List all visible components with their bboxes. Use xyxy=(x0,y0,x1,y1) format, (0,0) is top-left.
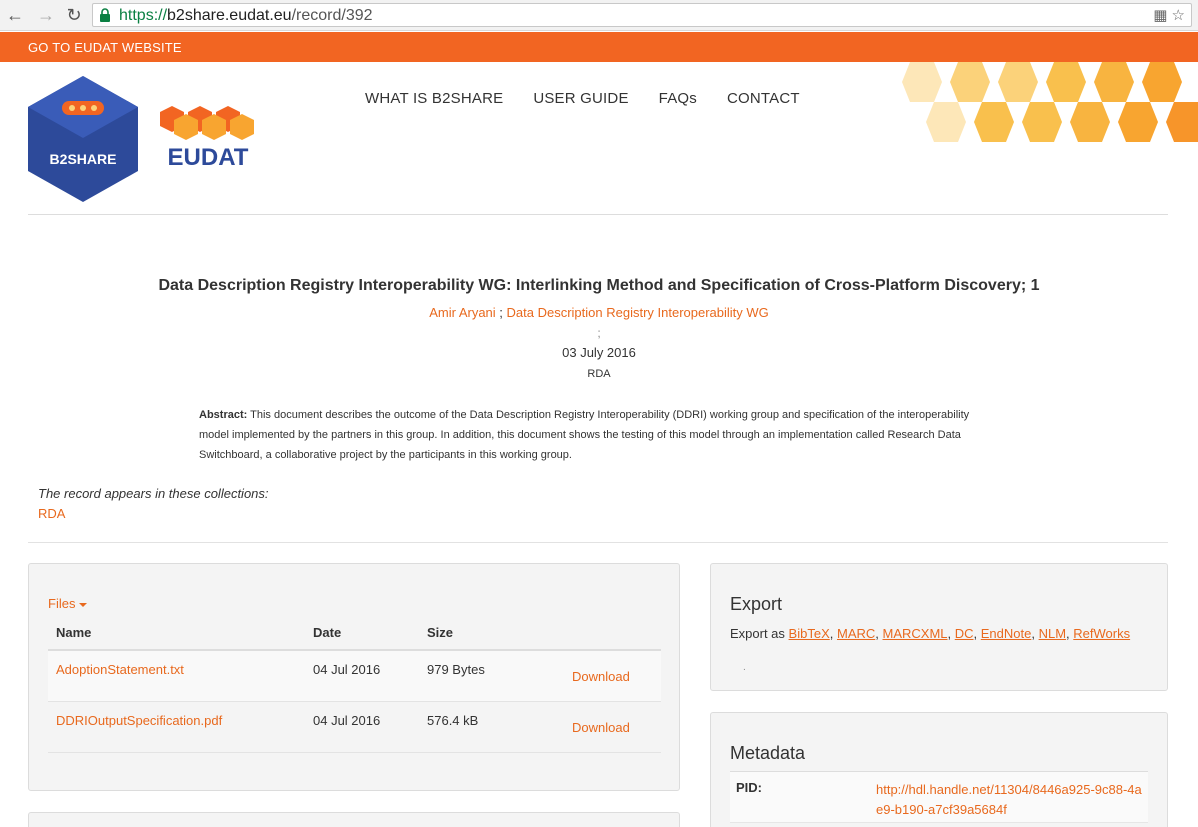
metadata-panel: Metadata PID: http://hdl.handle.net/1130… xyxy=(710,712,1168,827)
export-formats: Export as BibTeX, MARC, MARCXML, DC, End… xyxy=(730,626,1131,641)
nav-contact[interactable]: CONTACT xyxy=(727,90,800,107)
secondary-panel xyxy=(28,812,680,827)
table-row: DDRIOutputSpecification.pdf 04 Jul 2016 … xyxy=(48,702,661,753)
export-marc-link[interactable]: MARC xyxy=(837,626,875,641)
author-link[interactable]: Amir Aryani xyxy=(429,305,495,320)
collections-label: The record appears in these collections: xyxy=(38,486,269,501)
abstract-text: This document describes the outcome of t… xyxy=(199,409,970,461)
export-nlm-link[interactable]: NLM xyxy=(1039,626,1066,641)
bookmark-star-icon[interactable]: ☆ xyxy=(1172,7,1185,24)
file-date: 04 Jul 2016 xyxy=(313,662,381,677)
address-bar[interactable]: https://b2share.eudat.eu/record/392 ▦ ☆ xyxy=(92,3,1192,27)
export-marcxml-link[interactable]: MARCXML xyxy=(883,626,948,641)
files-dropdown-toggle[interactable]: Files xyxy=(48,596,88,611)
export-title: Export xyxy=(730,594,783,614)
translate-icon[interactable]: ▦ xyxy=(1153,7,1167,24)
eudat-topbar: GO TO EUDAT WEBSITE xyxy=(0,32,1198,62)
column-header-name: Name xyxy=(56,625,92,640)
download-link[interactable]: Download xyxy=(572,669,630,684)
main-nav: WHAT IS B2SHARE USER GUIDE FAQs CONTACT xyxy=(365,90,800,107)
forward-arrow-icon[interactable]: → xyxy=(36,5,56,25)
export-refworks-link[interactable]: RefWorks xyxy=(1073,626,1130,641)
content-divider xyxy=(28,542,1168,543)
export-panel: Export Export as BibTeX, MARC, MARCXML, … xyxy=(710,563,1168,691)
collection-link[interactable]: RDA xyxy=(38,506,65,521)
files-panel: Files Name Date Size AdoptionStatement.t… xyxy=(28,563,680,791)
export-bibtex-link[interactable]: BibTeX xyxy=(789,626,830,641)
file-size: 979 Bytes xyxy=(427,662,485,677)
lock-icon xyxy=(100,8,110,22)
nav-faqs[interactable]: FAQs xyxy=(659,90,697,107)
record-title: Data Description Registry Interoperabili… xyxy=(158,277,1040,294)
file-name-link[interactable]: DDRIOutputSpecification.pdf xyxy=(56,713,222,728)
pid-label: PID: xyxy=(736,780,762,795)
b2share-logo-text: B2SHARE xyxy=(50,151,117,167)
url-text: https://b2share.eudat.eu/record/392 xyxy=(119,7,373,24)
metadata-row: PID: http://hdl.handle.net/11304/8446a92… xyxy=(730,771,1148,823)
header-divider xyxy=(28,214,1168,215)
reload-icon[interactable]: ↻ xyxy=(64,5,84,25)
column-header-date: Date xyxy=(313,625,342,640)
metadata-title: Metadata xyxy=(730,743,806,763)
files-table: Name Date Size AdoptionStatement.txt 04 … xyxy=(48,619,661,753)
abstract-label: Abstract: xyxy=(199,409,248,421)
go-to-eudat-link[interactable]: GO TO EUDAT WEBSITE xyxy=(28,40,182,55)
record-abstract: Abstract: This document describes the ou… xyxy=(199,405,999,465)
record-authors: Amir Aryani ; Data Description Registry … xyxy=(429,305,769,320)
hexagon-decoration xyxy=(902,62,1198,142)
column-header-size: Size xyxy=(427,625,454,640)
export-endnote-link[interactable]: EndNote xyxy=(981,626,1032,641)
file-name-link[interactable]: AdoptionStatement.txt xyxy=(56,662,184,677)
file-date: 04 Jul 2016 xyxy=(313,713,381,728)
browser-toolbar: ← → ↻ https://b2share.eudat.eu/record/39… xyxy=(0,0,1198,31)
author-link[interactable]: Data Description Registry Interoperabili… xyxy=(507,305,769,320)
pid-link[interactable]: http://hdl.handle.net/11304/8446a925-9c8… xyxy=(876,780,1146,820)
record-publisher: RDA xyxy=(587,368,611,380)
caret-down-icon xyxy=(79,602,88,607)
eudat-logo[interactable]: EUDAT xyxy=(154,104,262,170)
table-header: Name Date Size xyxy=(48,619,661,651)
back-arrow-icon[interactable]: ← xyxy=(5,5,25,25)
nav-user-guide[interactable]: USER GUIDE xyxy=(533,90,628,107)
file-size: 576.4 kB xyxy=(427,713,479,728)
author-separator: ; xyxy=(597,326,601,340)
export-dc-link[interactable]: DC xyxy=(955,626,974,641)
record-date: 03 July 2016 xyxy=(562,345,636,360)
eudat-logo-text: EUDAT xyxy=(168,144,249,170)
b2share-logo[interactable]: B2SHARE xyxy=(28,76,138,202)
export-trailing: . xyxy=(743,662,746,673)
nav-what-is-b2share[interactable]: WHAT IS B2SHARE xyxy=(365,90,503,107)
table-row: AdoptionStatement.txt 04 Jul 2016 979 By… xyxy=(48,651,661,702)
download-link[interactable]: Download xyxy=(572,720,630,735)
